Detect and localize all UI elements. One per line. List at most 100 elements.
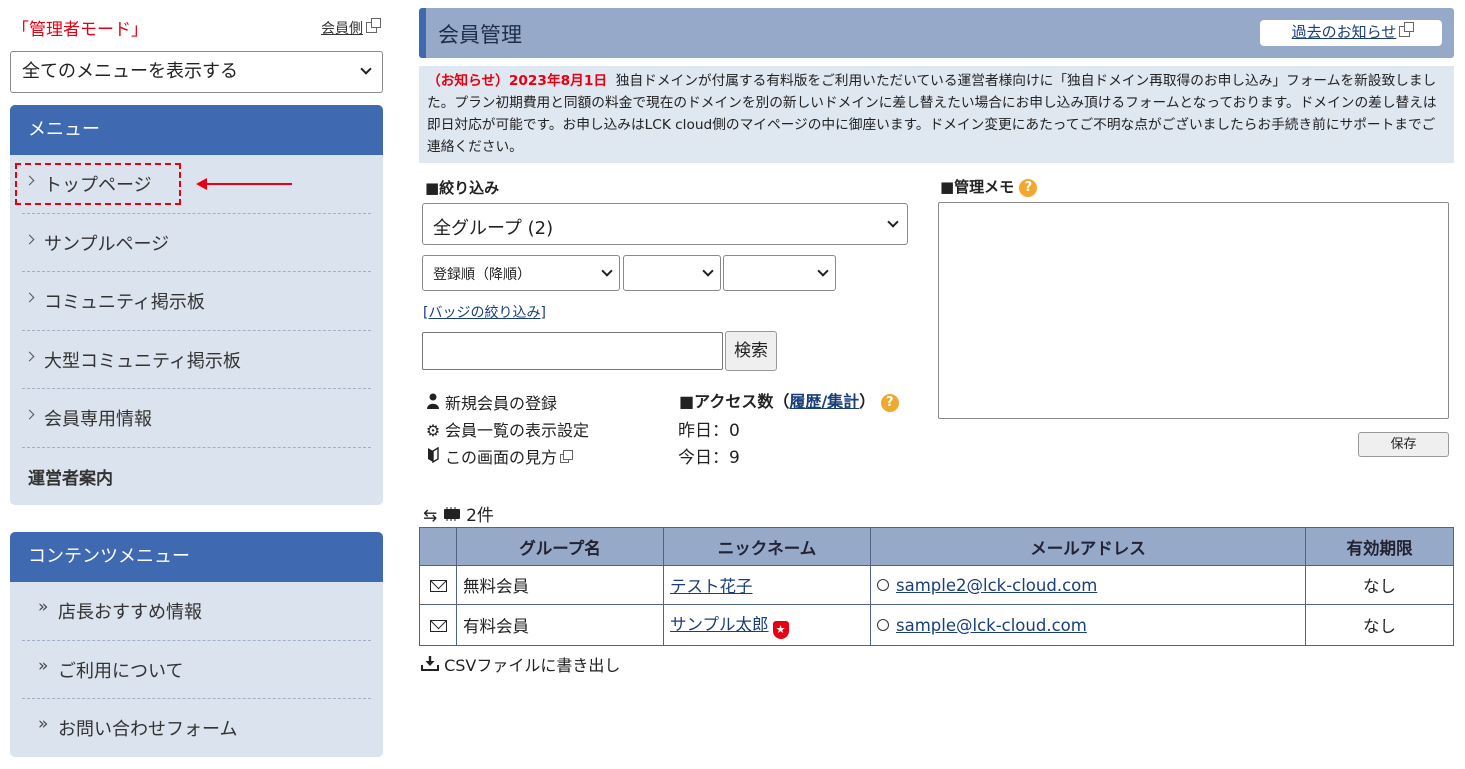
register-member-link[interactable]: 新規会員の登録 <box>425 390 557 414</box>
mail-icon[interactable] <box>429 579 447 592</box>
nickname-cell: テスト花子 <box>663 565 871 605</box>
filter-label: ■絞り込み <box>425 179 500 197</box>
sort-select[interactable]: 登録順（降順） <box>422 255 620 291</box>
expiry-cell: なし <box>1305 565 1454 605</box>
nickname-link[interactable]: テスト花子 <box>670 577 753 596</box>
sidebar-item-community-board[interactable]: コミュニティ掲示板 <box>22 272 371 331</box>
members-table: グループ名 ニックネーム メールアドレス 有効期限 無料会員 テスト花子 sam… <box>419 527 1454 646</box>
sidebar-item-label: コミュニティ掲示板 <box>44 292 205 313</box>
external-link-icon <box>366 18 381 33</box>
notice-date: （お知らせ）2023年8月1日 <box>427 73 608 89</box>
sidebar-item-sample-page[interactable]: サンプルページ <box>22 214 371 272</box>
filter-select-2[interactable] <box>623 255 721 291</box>
past-notices-button[interactable]: 過去のお知らせ <box>1260 20 1442 46</box>
search-input[interactable] <box>422 332 723 370</box>
table-header-row: グループ名 ニックネーム メールアドレス 有効期限 <box>419 527 1454 566</box>
group-select-value: 全グループ (2) <box>433 218 554 239</box>
chevron-down-icon <box>702 265 714 277</box>
sidebar-item-operator-guide[interactable]: 運営者案内 <box>22 448 371 506</box>
help-icon[interactable]: ? <box>880 394 899 412</box>
menu-display-select[interactable]: 全てのメニューを表示する <box>10 51 383 93</box>
gear-icon: ⚙ <box>425 421 441 440</box>
chevron-down-icon <box>360 63 372 75</box>
nickname-link[interactable]: サンプル太郎 <box>670 615 769 634</box>
table-row: 無料会員 テスト花子 sample2@lck-cloud.com なし <box>419 565 1454 605</box>
sidebar-item-label: 運営者案内 <box>28 468 113 489</box>
badge-filter-label: バッジの絞り込み <box>428 305 541 321</box>
main-menu-header: メニュー <box>10 105 383 155</box>
help-icon[interactable]: ? <box>1019 179 1038 197</box>
person-icon <box>425 393 441 413</box>
page-title: 会員管理 <box>438 23 522 47</box>
email-cell: sample@lck-cloud.com <box>870 604 1306 646</box>
list-count-row: ⇆ 2件 <box>423 501 494 526</box>
expiry-cell: なし <box>1305 604 1454 646</box>
memo-title: ■管理メモ ? <box>940 176 1038 197</box>
csv-export-label: CSVファイルに書き出し <box>444 656 621 675</box>
badge-filter-link[interactable]: [バッジの絞り込み] <box>423 302 546 322</box>
sidebar-item-label: 大型コミュニティ掲示板 <box>44 350 241 372</box>
menu-display-select-value: 全てのメニューを表示する <box>22 61 238 82</box>
howto-link[interactable]: この画面の見方 <box>425 444 574 468</box>
beginner-mark-icon <box>425 446 441 467</box>
chevron-down-icon <box>817 265 829 277</box>
search-button[interactable]: 検索 <box>725 331 777 371</box>
contents-menu-header: コンテンツメニュー <box>10 532 383 582</box>
sidebar-item-member-info[interactable]: 会員専用情報 <box>22 389 371 448</box>
annotation-arrow-icon <box>196 178 207 190</box>
howto-label: この画面の見方 <box>445 448 558 467</box>
sidebar-item-recommend[interactable]: » 店長おすすめ情報 <box>22 582 371 641</box>
email-link[interactable]: sample@lck-cloud.com <box>896 616 1087 635</box>
notice-box: （お知らせ）2023年8月1日 独自ドメインが付属する有料版をご利用いただいてい… <box>419 66 1454 163</box>
access-title-prefix: ■アクセス数（ <box>679 392 790 411</box>
access-title-suffix: ） <box>859 392 876 411</box>
admin-mode-label: 「管理者モード」 <box>12 20 148 40</box>
page-header: 会員管理 過去のお知らせ <box>419 8 1454 58</box>
table-row: 有料会員 サンプル太郎 ★ sample@lck-cloud.com なし <box>419 604 1454 646</box>
access-today: 今日：9 <box>678 448 740 468</box>
access-count-title: ■アクセス数（履歴/集計） ? <box>679 388 899 412</box>
chevron-right-icon <box>24 351 35 361</box>
sidebar-item-label: サンプルページ <box>44 233 170 255</box>
highlight-annotation-box <box>15 163 181 205</box>
memo-textarea[interactable] <box>938 202 1449 419</box>
csv-export-link[interactable]: CSVファイルに書き出し <box>421 652 620 676</box>
access-yesterday: 昨日：0 <box>678 421 740 441</box>
memory-card-icon[interactable] <box>443 506 466 526</box>
sort-select-value: 登録順（降順） <box>433 267 531 283</box>
mail-cell <box>419 565 457 605</box>
chevron-down-icon <box>601 265 613 277</box>
sidebar-item-contact-form[interactable]: » お問い合わせフォーム <box>22 699 371 757</box>
mail-icon[interactable] <box>429 619 447 632</box>
sidebar-item-label: ご利用について <box>58 660 184 682</box>
sidebar-item-usage[interactable]: » ご利用について <box>22 641 371 699</box>
external-link-icon <box>560 450 574 463</box>
sidebar-item-large-community-board[interactable]: 大型コミュニティ掲示板 <box>22 331 371 389</box>
member-side-label: 会員側 <box>321 21 363 37</box>
sidebar: 「管理者モード」 会員側 <box>10 0 383 50</box>
chevron-right-icon <box>24 409 35 420</box>
sidebar-item-label: 店長おすすめ情報 <box>58 602 202 623</box>
access-history-link[interactable]: 履歴/集計 <box>789 392 859 411</box>
contents-menu: コンテンツメニュー » 店長おすすめ情報 » ご利用について » お問い合わせフ… <box>10 532 383 757</box>
admin-row: 「管理者モード」 会員側 <box>10 0 383 50</box>
group-cell: 有料会員 <box>456 604 664 646</box>
swap-icon[interactable]: ⇆ <box>423 506 437 526</box>
list-settings-label: 会員一覧の表示設定 <box>445 421 590 440</box>
member-side-link[interactable]: 会員側 <box>321 18 381 38</box>
status-circle-icon <box>877 618 889 631</box>
sidebar-item-label: 会員専用情報 <box>44 409 152 430</box>
email-link[interactable]: sample2@lck-cloud.com <box>896 576 1097 595</box>
column-header-group: グループ名 <box>456 527 664 566</box>
mail-cell <box>419 604 457 646</box>
filter-select-3[interactable] <box>723 255 836 291</box>
nickname-cell: サンプル太郎 ★ <box>663 604 871 646</box>
group-select[interactable]: 全グループ (2) <box>422 203 908 245</box>
group-cell: 無料会員 <box>456 565 664 605</box>
chevron-down-icon <box>887 216 899 228</box>
annotation-arrow-line <box>205 183 292 185</box>
double-chevron-icon: » <box>38 597 49 617</box>
save-button[interactable]: 保存 <box>1358 432 1449 457</box>
memo-label: ■管理メモ <box>940 178 1015 196</box>
list-settings-link[interactable]: ⚙ 会員一覧の表示設定 <box>425 417 589 441</box>
